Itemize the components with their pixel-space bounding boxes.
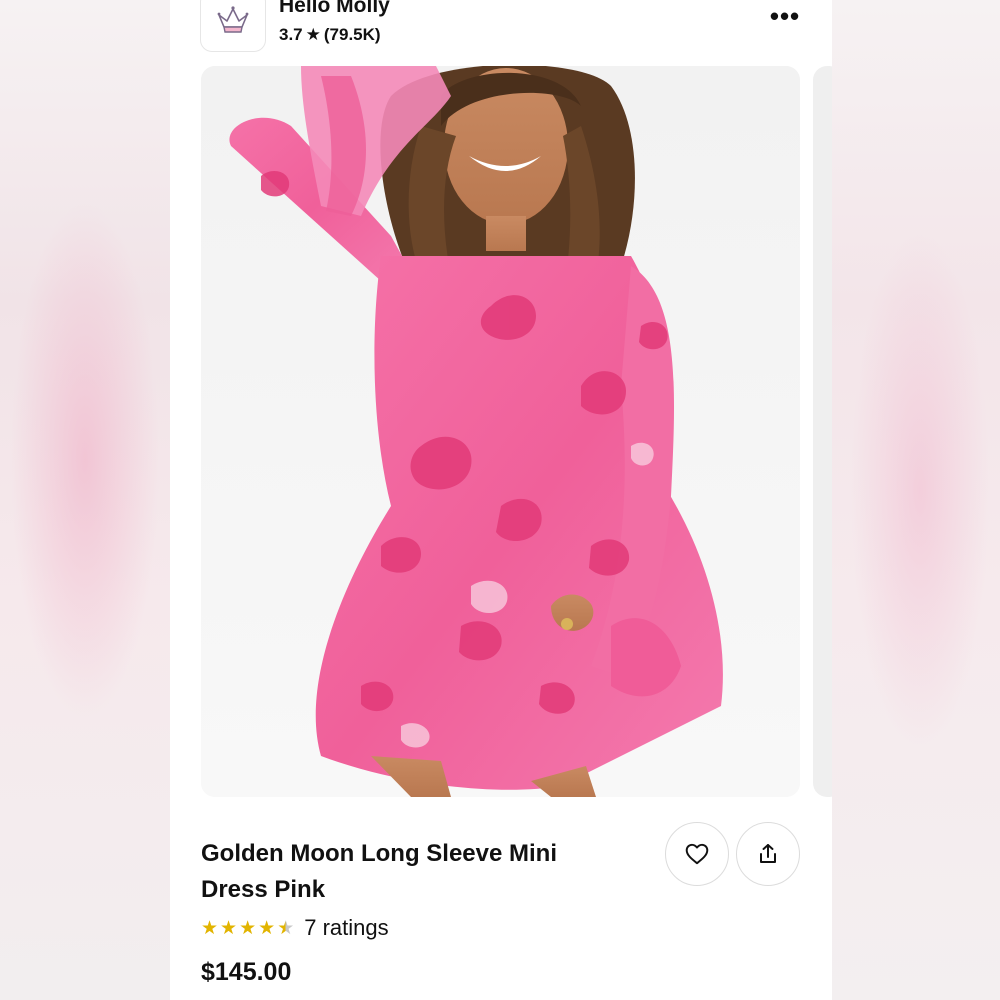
next-image-preview[interactable] bbox=[813, 66, 832, 797]
shop-review-count: (79.5K) bbox=[323, 25, 381, 44]
app-screen: Hello Molly 3.7 ★ (79.5K) ••• Golden Moo… bbox=[170, 0, 832, 1000]
star-icon: ★ bbox=[239, 917, 257, 939]
shop-logo[interactable] bbox=[200, 0, 266, 52]
shop-rating: 3.7 ★ (79.5K) bbox=[279, 25, 381, 45]
favorite-button[interactable] bbox=[665, 822, 729, 886]
crown-icon bbox=[217, 6, 249, 33]
rating-stars: ★ ★ ★ ★ ★ bbox=[201, 917, 294, 940]
more-icon: ••• bbox=[769, 1, 801, 31]
product-ratings[interactable]: ★ ★ ★ ★ ★ 7 ratings bbox=[201, 915, 389, 941]
product-title: Golden Moon Long Sleeve Mini Dress Pink bbox=[201, 840, 558, 903]
share-button[interactable] bbox=[736, 822, 800, 886]
ratings-count: 7 ratings bbox=[304, 915, 389, 940]
shop-name[interactable]: Hello Molly bbox=[279, 0, 390, 18]
star-icon: ★ bbox=[258, 917, 276, 939]
background-blur-right bbox=[830, 0, 1000, 1000]
product-price: $145.00 bbox=[201, 958, 292, 986]
shop-header: Hello Molly 3.7 ★ (79.5K) ••• bbox=[170, 0, 832, 60]
product-photo bbox=[201, 66, 800, 797]
background-blur-left bbox=[0, 0, 170, 1000]
star-icon: ★ bbox=[220, 917, 238, 939]
star-icon: ★ bbox=[201, 917, 219, 939]
more-options-button[interactable]: ••• bbox=[755, 3, 815, 34]
half-star-icon: ★ bbox=[277, 917, 295, 939]
heart-icon bbox=[685, 843, 709, 865]
star-icon: ★ bbox=[305, 25, 321, 44]
share-icon bbox=[760, 844, 776, 863]
shop-rating-value: 3.7 bbox=[279, 25, 303, 44]
product-image[interactable] bbox=[201, 66, 800, 797]
